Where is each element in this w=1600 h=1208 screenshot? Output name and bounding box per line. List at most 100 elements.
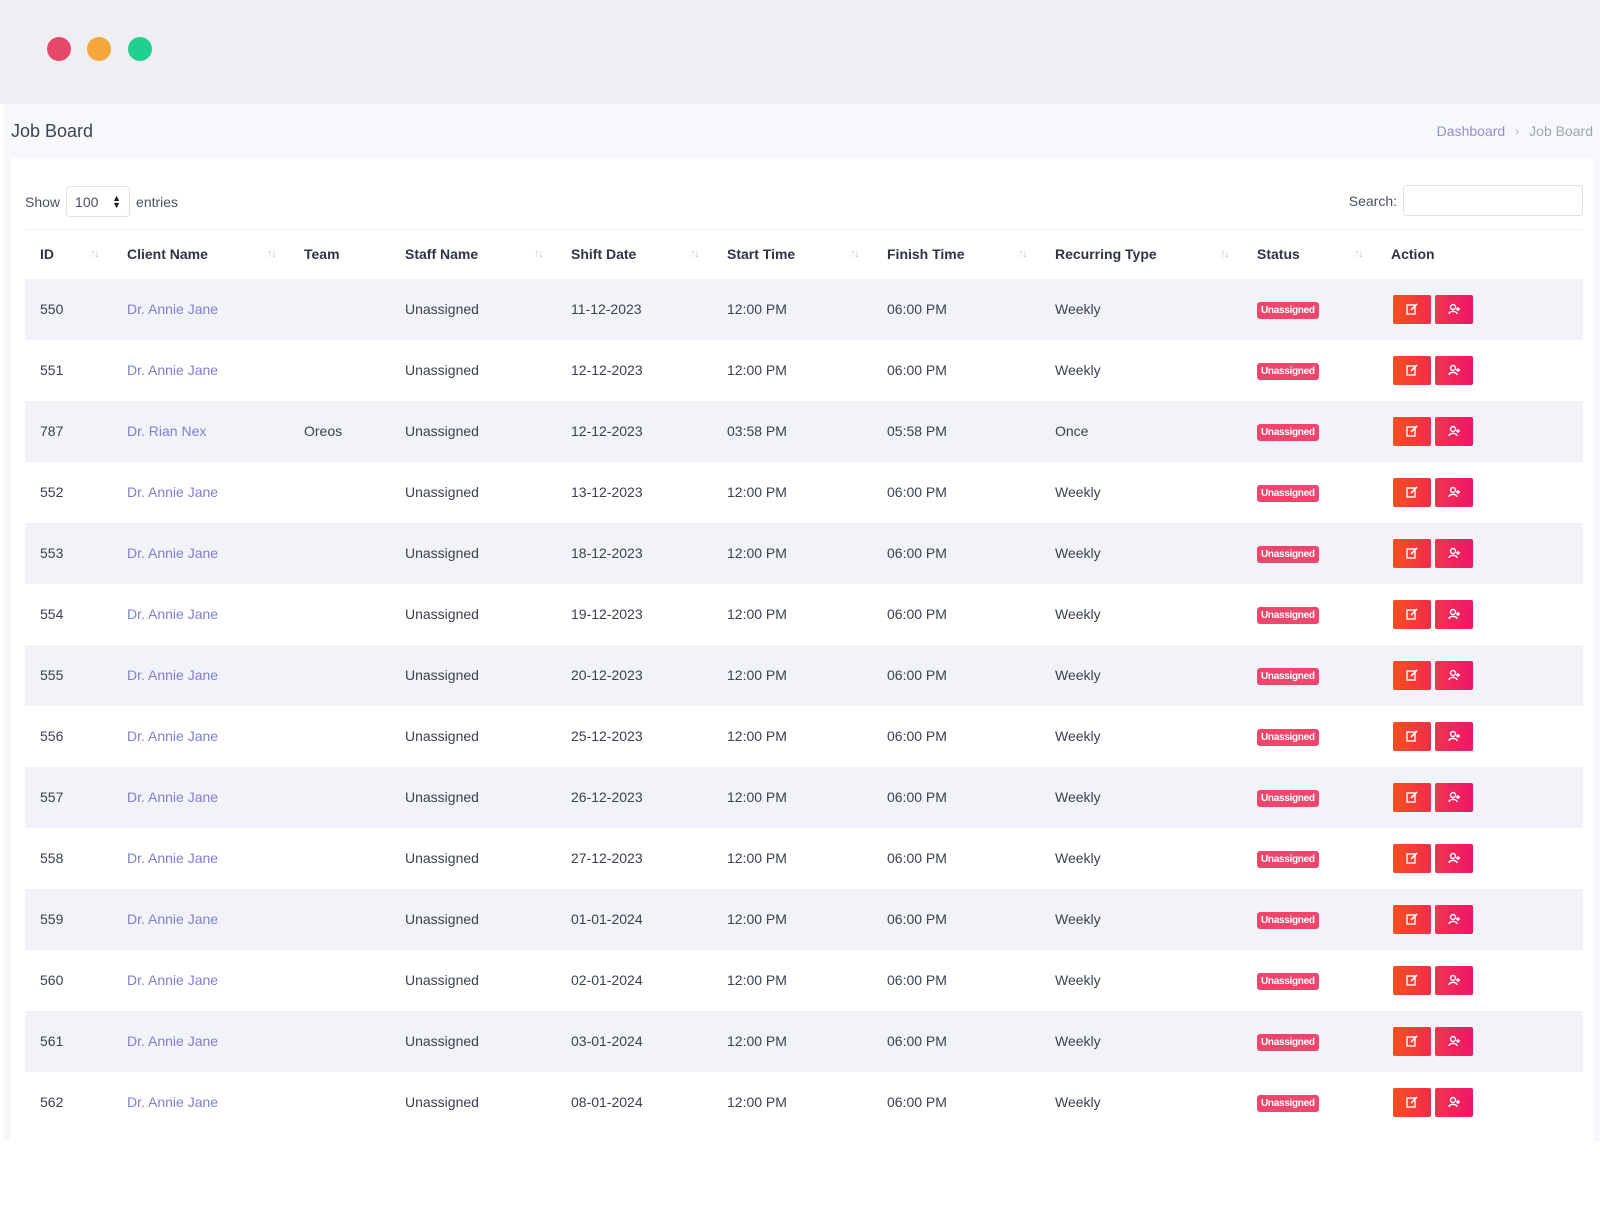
edit-button[interactable] xyxy=(1393,599,1431,629)
assign-staff-button[interactable] xyxy=(1435,477,1473,507)
table-row: 554 Dr. Annie Jane Unassigned 19-12-2023 12:… xyxy=(25,584,1583,645)
client-name-link[interactable]: Dr. Annie Jane xyxy=(127,667,218,683)
client-name-link[interactable]: Dr. Rian Nex xyxy=(127,423,206,439)
cell-recurring: Weekly xyxy=(1040,828,1242,889)
start-value: 12:00 PM xyxy=(727,545,787,561)
start-value: 12:00 PM xyxy=(727,1033,787,1049)
cell-staff: Unassigned xyxy=(390,584,556,645)
cell-status: Unassigned xyxy=(1242,889,1376,950)
cell-staff: Unassigned xyxy=(390,645,556,706)
cell-action xyxy=(1376,523,1583,584)
assign-staff-button[interactable] xyxy=(1435,1026,1473,1056)
client-name-link[interactable]: Dr. Annie Jane xyxy=(127,728,218,744)
column-header-shift-date[interactable]: Shift Date ↑↓ xyxy=(556,230,712,279)
cell-client: Dr. Annie Jane xyxy=(112,1072,289,1133)
start-value: 12:00 PM xyxy=(727,789,787,805)
client-name-link[interactable]: Dr. Annie Jane xyxy=(127,1094,218,1110)
column-header-id[interactable]: ID ↑↓ xyxy=(25,230,112,279)
cell-date: 02-01-2024 xyxy=(556,950,712,1011)
client-name-link[interactable]: Dr. Annie Jane xyxy=(127,545,218,561)
start-value: 12:00 PM xyxy=(727,301,787,317)
client-name-link[interactable]: Dr. Annie Jane xyxy=(127,484,218,500)
finish-value: 06:00 PM xyxy=(887,362,947,378)
edit-button[interactable] xyxy=(1393,416,1431,446)
edit-button[interactable] xyxy=(1393,965,1431,995)
cell-client: Dr. Annie Jane xyxy=(112,889,289,950)
edit-button[interactable] xyxy=(1393,660,1431,690)
status-badge: Unassigned xyxy=(1257,362,1319,380)
breadcrumb-dashboard-link[interactable]: Dashboard xyxy=(1437,123,1506,139)
start-value: 12:00 PM xyxy=(727,606,787,622)
id-value: 555 xyxy=(40,667,64,683)
client-name-link[interactable]: Dr. Annie Jane xyxy=(127,301,218,317)
sort-arrows-icon[interactable]: ↑↓ xyxy=(690,246,700,260)
edit-button[interactable] xyxy=(1393,1026,1431,1056)
cell-action xyxy=(1376,706,1583,767)
sort-arrows-icon[interactable]: ↑↓ xyxy=(90,246,100,260)
cell-start: 12:00 PM xyxy=(712,645,872,706)
cell-client: Dr. Annie Jane xyxy=(112,1011,289,1072)
edit-button[interactable] xyxy=(1393,782,1431,812)
window-close-button[interactable] xyxy=(47,37,71,61)
assign-staff-button[interactable] xyxy=(1435,965,1473,995)
edit-icon xyxy=(1406,303,1418,315)
finish-value: 06:00 PM xyxy=(887,667,947,683)
staff-value: Unassigned xyxy=(405,789,479,805)
assign-staff-button[interactable] xyxy=(1435,660,1473,690)
column-header-client-name[interactable]: Client Name ↑↓ xyxy=(112,230,289,279)
assign-staff-button[interactable] xyxy=(1435,599,1473,629)
assign-staff-button[interactable] xyxy=(1435,843,1473,873)
edit-button[interactable] xyxy=(1393,1087,1431,1117)
cell-status: Unassigned xyxy=(1242,523,1376,584)
cell-date: 12-12-2023 xyxy=(556,340,712,401)
cell-action xyxy=(1376,279,1583,340)
cell-date: 25-12-2023 xyxy=(556,706,712,767)
sort-arrows-icon[interactable]: ↑↓ xyxy=(1354,246,1364,260)
cell-action xyxy=(1376,462,1583,523)
cell-start: 12:00 PM xyxy=(712,340,872,401)
assign-staff-button[interactable] xyxy=(1435,782,1473,812)
assign-staff-button[interactable] xyxy=(1435,416,1473,446)
column-header-recurring-type[interactable]: Recurring Type ↑↓ xyxy=(1040,230,1242,279)
column-header-finish-time[interactable]: Finish Time ↑↓ xyxy=(872,230,1040,279)
assign-staff-button[interactable] xyxy=(1435,538,1473,568)
client-name-link[interactable]: Dr. Annie Jane xyxy=(127,606,218,622)
edit-button[interactable] xyxy=(1393,477,1431,507)
client-name-link[interactable]: Dr. Annie Jane xyxy=(127,911,218,927)
assign-staff-button[interactable] xyxy=(1435,355,1473,385)
edit-button[interactable] xyxy=(1393,294,1431,324)
date-value: 13-12-2023 xyxy=(571,484,643,500)
cell-client: Dr. Rian Nex xyxy=(112,401,289,462)
edit-button[interactable] xyxy=(1393,538,1431,568)
assign-staff-button[interactable] xyxy=(1435,1087,1473,1117)
sort-arrows-icon[interactable]: ↑↓ xyxy=(267,246,277,260)
client-name-link[interactable]: Dr. Annie Jane xyxy=(127,1033,218,1049)
edit-button[interactable] xyxy=(1393,721,1431,751)
assign-staff-button[interactable] xyxy=(1435,904,1473,934)
id-value: 551 xyxy=(40,362,64,378)
sort-arrows-icon[interactable]: ↑↓ xyxy=(850,246,860,260)
assign-staff-button[interactable] xyxy=(1435,294,1473,324)
edit-button[interactable] xyxy=(1393,904,1431,934)
edit-button[interactable] xyxy=(1393,355,1431,385)
client-name-link[interactable]: Dr. Annie Jane xyxy=(127,972,218,988)
cell-recurring: Weekly xyxy=(1040,340,1242,401)
column-header-start-time[interactable]: Start Time ↑↓ xyxy=(712,230,872,279)
table-header: ID ↑↓ Client Name ↑↓ Team Staff Name ↑↓ Shift D… xyxy=(25,229,1583,279)
cell-date: 19-12-2023 xyxy=(556,584,712,645)
sort-arrows-icon[interactable]: ↑↓ xyxy=(1018,246,1028,260)
assign-staff-button[interactable] xyxy=(1435,721,1473,751)
sort-arrows-icon[interactable]: ↑↓ xyxy=(1220,246,1230,260)
edit-button[interactable] xyxy=(1393,843,1431,873)
column-header-status[interactable]: Status ↑↓ xyxy=(1242,230,1376,279)
entries-select[interactable]: 100 ▲ ▼ xyxy=(66,186,131,217)
window-minimize-button[interactable] xyxy=(87,37,111,61)
client-name-link[interactable]: Dr. Annie Jane xyxy=(127,362,218,378)
client-name-link[interactable]: Dr. Annie Jane xyxy=(127,850,218,866)
search-input[interactable] xyxy=(1403,185,1583,216)
client-name-link[interactable]: Dr. Annie Jane xyxy=(127,789,218,805)
sort-arrows-icon[interactable]: ↑↓ xyxy=(534,246,544,260)
recurring-value: Weekly xyxy=(1055,301,1101,317)
window-maximize-button[interactable] xyxy=(128,37,152,61)
column-header-staff-name[interactable]: Staff Name ↑↓ xyxy=(390,230,556,279)
